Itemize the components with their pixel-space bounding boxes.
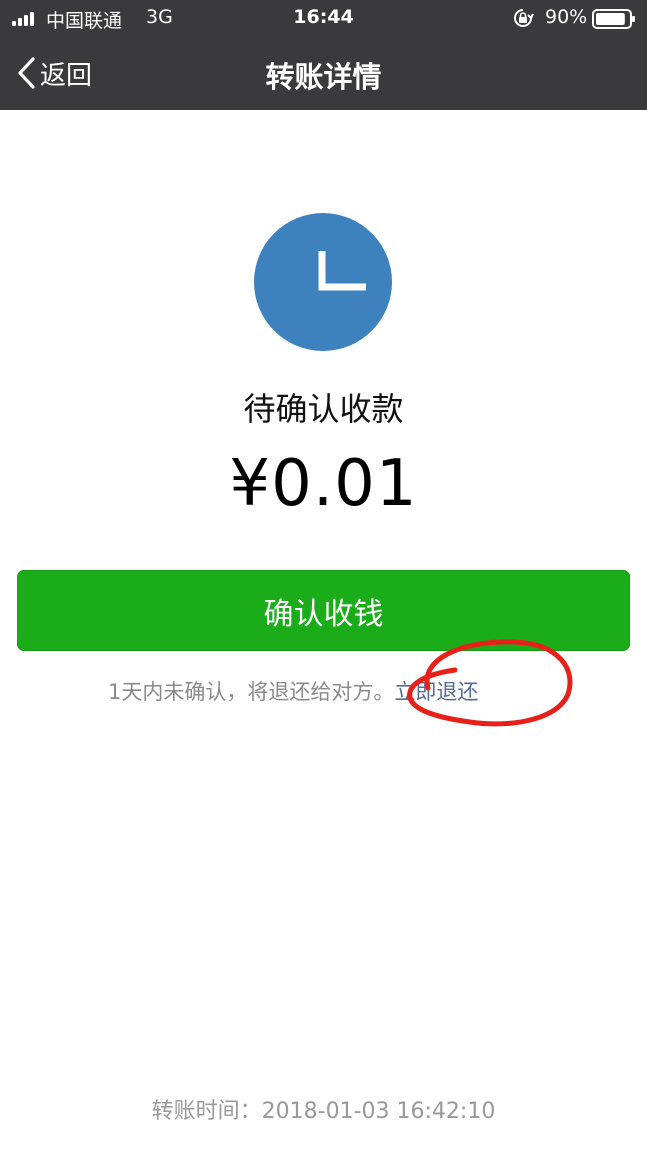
battery-percentage: 90% (545, 6, 588, 28)
refund-now-link[interactable]: 立即退还 (394, 680, 478, 704)
transfer-status: 待确认收款 (243, 390, 404, 428)
page-title: 转账详情 (265, 60, 382, 94)
pending-clock-icon (254, 213, 392, 351)
transfer-time: 转账时间：2018-01-03 16:42:10 (0, 1093, 647, 1125)
refund-notice-text: 1天内未确认，将退还给对方。 (108, 680, 395, 704)
rotation-lock-icon (514, 9, 534, 27)
battery-icon (592, 9, 635, 29)
transfer-time-label: 转账时间： (151, 1099, 262, 1124)
clock-hands-icon (318, 251, 366, 291)
refund-notice: 1天内未确认，将退还给对方。立即退还 (108, 676, 478, 706)
transfer-time-value: 2018-01-03 16:42:10 (261, 1099, 496, 1124)
confirm-receive-button[interactable]: 确认收钱 (17, 570, 630, 651)
navigation-bar: 返回 转账详情 (0, 36, 647, 110)
status-bar: 中国联通 3G 16:44 90% (0, 0, 647, 36)
transfer-amount: ¥0.01 (229, 447, 418, 521)
